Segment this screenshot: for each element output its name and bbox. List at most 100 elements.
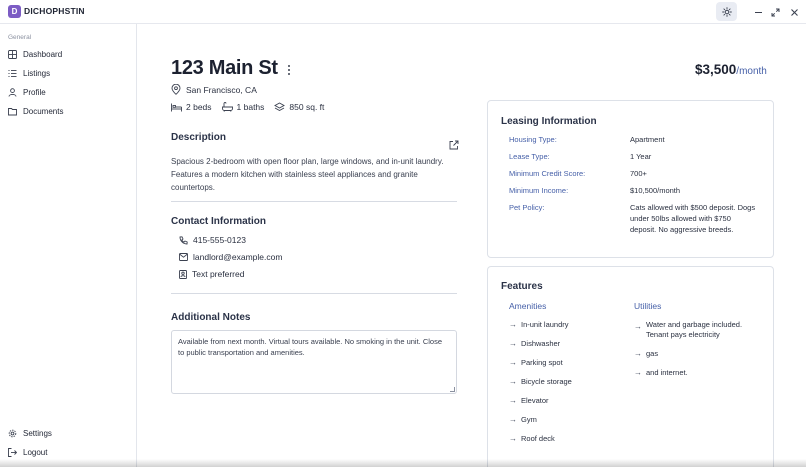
notes-textarea[interactable]: Available from next month. Virtual tours… bbox=[171, 330, 457, 394]
pet-policy-label: Pet Policy: bbox=[509, 203, 545, 212]
sidebar-item-dashboard[interactable]: Dashboard bbox=[8, 47, 62, 61]
contact-card-icon bbox=[179, 269, 187, 279]
app-name: DICHOPHSTIN bbox=[24, 6, 85, 16]
amenity-item: → Gym bbox=[509, 415, 537, 425]
logout-icon bbox=[8, 447, 17, 457]
sidebar-item-listings[interactable]: Listings bbox=[8, 66, 50, 80]
amenity-item: → Elevator bbox=[509, 396, 549, 406]
sidebar: General Dashboard Listings Profile Docum… bbox=[0, 24, 137, 467]
arrow-right-icon: → bbox=[509, 434, 517, 443]
grid-icon bbox=[8, 49, 17, 59]
leasing-title: Leasing Information bbox=[501, 116, 597, 127]
housing-type-value: Apartment bbox=[630, 135, 665, 144]
sidebar-item-profile[interactable]: Profile bbox=[8, 85, 46, 99]
map-pin-icon bbox=[171, 84, 181, 95]
kebab-dot bbox=[288, 65, 290, 67]
sidebar-item-settings[interactable]: Settings bbox=[8, 426, 52, 440]
description-text: Spacious 2-bedroom with open floor plan,… bbox=[171, 157, 444, 192]
app-logo: D bbox=[8, 5, 21, 18]
preference-text: Text preferred bbox=[192, 269, 245, 279]
phone-text: 415-555-0123 bbox=[193, 235, 246, 245]
location-text: San Francisco, CA bbox=[186, 84, 257, 95]
main-content: 123 Main St $3,500/month San Francisco, … bbox=[138, 24, 806, 467]
arrow-right-icon: → bbox=[634, 368, 642, 377]
gear-icon bbox=[8, 429, 17, 437]
price-period: /month bbox=[736, 66, 767, 77]
contact-phone[interactable]: 415-555-0123 bbox=[179, 235, 246, 245]
restore-icon bbox=[771, 8, 779, 16]
resize-handle[interactable] bbox=[450, 387, 455, 392]
amenity-label: In-unit laundry bbox=[521, 320, 569, 329]
pet-policy-value: Cats allowed with $500 deposit. Dogs und… bbox=[630, 203, 756, 234]
notes-title: Additional Notes bbox=[171, 312, 251, 323]
sidebar-item-documents[interactable]: Documents bbox=[8, 104, 63, 118]
amenity-label: Bicycle storage bbox=[521, 377, 572, 386]
divider bbox=[171, 201, 457, 202]
lease-type-label: Lease Type: bbox=[509, 152, 550, 161]
bottom-edge-shadow bbox=[0, 459, 806, 467]
phone-icon bbox=[179, 235, 188, 244]
price-amount: $3,500 bbox=[695, 62, 737, 77]
beds-text: 2 beds bbox=[186, 102, 212, 112]
features-panel: Features Amenities → In-unit laundry → Dis… bbox=[487, 266, 774, 467]
amenity-item: → In-unit laundry bbox=[509, 320, 569, 330]
beds-stat: 2 beds bbox=[171, 102, 212, 112]
contact-title: Contact Information bbox=[171, 216, 266, 227]
amenity-label: Parking spot bbox=[521, 358, 563, 367]
user-icon bbox=[8, 87, 17, 97]
arrow-right-icon: → bbox=[634, 322, 642, 331]
credit-score-label: Minimum Credit Score: bbox=[509, 169, 586, 178]
nav-group-label: General bbox=[8, 34, 32, 41]
sun-icon bbox=[721, 6, 732, 17]
restore-button[interactable] bbox=[768, 5, 782, 19]
arrow-right-icon: → bbox=[509, 415, 517, 424]
close-button[interactable] bbox=[787, 5, 801, 19]
baths-text: 1 baths bbox=[236, 102, 265, 112]
kebab-dot bbox=[288, 69, 290, 71]
contact-email[interactable]: landlord@example.com bbox=[179, 252, 282, 262]
sidebar-item-label: Documents bbox=[23, 106, 64, 116]
folder-icon bbox=[8, 107, 17, 115]
close-icon bbox=[790, 8, 798, 16]
sidebar-item-label: Dashboard bbox=[23, 49, 63, 59]
utility-label: Water and garbage included. Tenant pays … bbox=[646, 320, 743, 339]
listing-stats: 2 beds 1 baths 850 sq. ft bbox=[171, 102, 334, 112]
amenity-label: Elevator bbox=[521, 396, 549, 405]
arrow-right-icon: → bbox=[509, 396, 517, 405]
list-icon bbox=[8, 69, 17, 77]
sidebar-item-label: Listings bbox=[23, 68, 51, 78]
baths-stat: 1 baths bbox=[221, 102, 265, 112]
kebab-dot bbox=[288, 73, 290, 75]
lease-type-value: 1 Year bbox=[630, 152, 652, 161]
open-external-button[interactable] bbox=[449, 137, 459, 150]
listing-address: 123 Main St bbox=[171, 57, 278, 79]
notes-text: Available from next month. Virtual tours… bbox=[178, 337, 443, 357]
arrow-right-icon: → bbox=[509, 358, 517, 367]
external-link-icon bbox=[449, 140, 459, 150]
min-income-value: $10,500/month bbox=[630, 186, 681, 195]
utility-label: gas bbox=[646, 349, 659, 358]
description-title: Description bbox=[171, 132, 227, 143]
utility-label: and internet. bbox=[646, 368, 688, 377]
amenity-item: → Dishwasher bbox=[509, 339, 560, 349]
arrow-right-icon: → bbox=[509, 377, 517, 386]
utility-item: → and internet. bbox=[634, 368, 688, 378]
area-text: 850 sq. ft bbox=[289, 102, 325, 112]
minimize-icon bbox=[754, 11, 762, 13]
amenity-label: Roof deck bbox=[521, 434, 555, 443]
mail-icon bbox=[179, 253, 188, 261]
min-income-label: Minimum Income: bbox=[509, 186, 569, 195]
sidebar-item-label: Profile bbox=[23, 87, 46, 97]
credit-score-value: 700+ bbox=[630, 169, 647, 178]
minimize-button[interactable] bbox=[751, 5, 765, 19]
amenity-item: → Parking spot bbox=[509, 358, 563, 368]
area-icon bbox=[274, 102, 286, 112]
theme-toggle-button[interactable] bbox=[716, 2, 737, 21]
arrow-right-icon: → bbox=[509, 320, 517, 329]
more-options-button[interactable] bbox=[285, 64, 293, 76]
features-title: Features bbox=[501, 281, 543, 292]
amenity-label: Gym bbox=[521, 415, 537, 424]
utility-item: → Water and garbage included. Tenant pays… bbox=[634, 320, 762, 340]
sidebar-item-logout[interactable]: Logout bbox=[8, 445, 47, 459]
title-bar: D DICHOPHSTIN bbox=[0, 0, 806, 24]
